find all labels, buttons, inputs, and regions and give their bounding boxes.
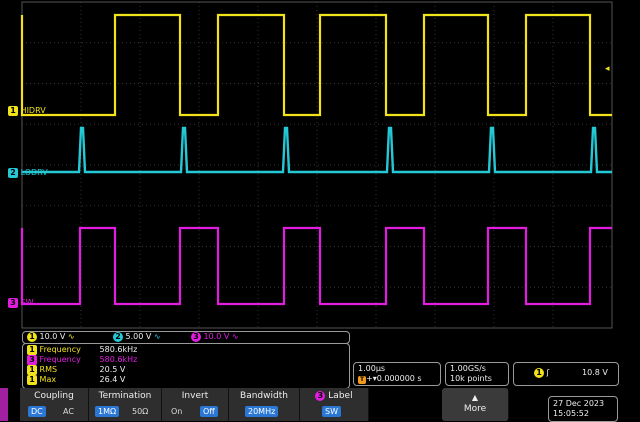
bw-limit-icon-1: ∿ xyxy=(67,332,75,341)
bw-limit-icon-2: ∿ xyxy=(153,332,161,341)
ch1-label: HIDRV xyxy=(20,106,46,115)
ch1-marker[interactable]: 1 HIDRV xyxy=(8,106,46,116)
ch2-marker[interactable]: 2 LODRV xyxy=(8,168,48,178)
horizontal-scale[interactable]: 1.00µs T +▾0.000000 s xyxy=(353,362,441,386)
coupling-button[interactable]: Coupling DC AC xyxy=(20,388,89,421)
meas-row: 1 Max 26.4 V xyxy=(27,375,125,385)
termination-button[interactable]: Termination 1MΩ 50Ω xyxy=(89,388,162,421)
trigger-slope-icon: ʃ xyxy=(546,368,550,377)
measurement-panel[interactable]: 1 Frequency 580.6kHz 3 Frequency 580.6kHz … xyxy=(22,343,350,389)
meas-row: 3 Frequency 580.6kHz xyxy=(27,355,137,365)
datetime: 27 Dec 2023 15:05:52 xyxy=(548,396,618,422)
label-button[interactable]: 3 Label SW xyxy=(300,388,369,421)
trigger-level-arrow-icon: ◂ xyxy=(605,64,610,74)
ch2-label: LODRV xyxy=(20,168,48,177)
trigger-readout[interactable]: 1 ʃ 10.8 V xyxy=(513,362,619,386)
invert-button[interactable]: Invert On Off xyxy=(162,388,229,421)
ch1-scale[interactable]: 1 10.0 V ∿ xyxy=(27,332,75,342)
ch3-marker[interactable]: 3 SW xyxy=(8,298,34,308)
graticule xyxy=(21,1,613,329)
menu-channel-tab xyxy=(0,388,8,421)
meas-row: 1 Frequency 580.6kHz xyxy=(27,345,137,355)
ch2-scale[interactable]: 2 5.00 V ∿ xyxy=(113,332,161,342)
bandwidth-button[interactable]: Bandwidth 20MHz xyxy=(229,388,300,421)
up-arrow-icon: ▲ xyxy=(471,393,479,402)
ch3-scale[interactable]: 3 10.0 V ∿ xyxy=(191,332,239,342)
acquisition-rate[interactable]: 1.00GS/s 10k points xyxy=(445,362,509,386)
bw-limit-icon-3: ∿ xyxy=(231,332,239,341)
more-button[interactable]: ▲ More xyxy=(442,388,509,421)
meas-row: 1 RMS 20.5 V xyxy=(27,365,125,375)
ch3-label: SW xyxy=(20,298,34,307)
